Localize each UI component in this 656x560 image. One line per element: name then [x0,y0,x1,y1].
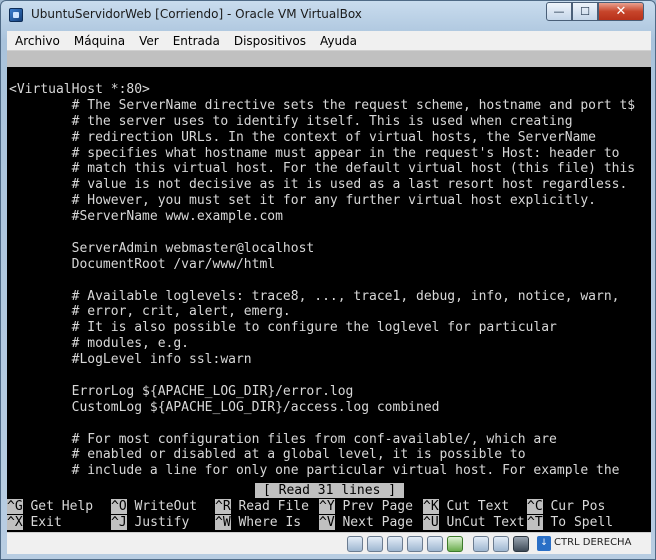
menu-maquina[interactable]: Máquina [66,34,131,48]
code-line: CustomLog ${APACHE_LOG_DIR}/access.log c… [9,399,440,415]
code-line: # the server uses to identify itself. Th… [9,113,573,129]
nano-status-message: [ Read 31 lines ] [255,483,405,498]
shortcut-label: Next Page [334,515,413,530]
code-line: ServerAdmin webmaster@localhost [9,240,315,256]
code-line: # However, you must set it for any furth… [9,193,596,209]
shortcut-item: ^T To Spell [527,515,613,531]
title-bar[interactable]: UbuntuServidorWeb [Corriendo] - Oracle V… [1,1,655,29]
code-line: DocumentRoot /var/www/html [9,256,276,272]
shortcut-row: ^X Exit ^J Justify ^W Where Is ^V Next Page… [7,515,651,531]
code-line: #LogLevel info ssl:warn [9,352,252,368]
minimize-button[interactable]: — [546,2,572,21]
maximize-button[interactable]: ☐ [572,2,598,21]
shortcut-label: WriteOut [126,499,198,514]
code-line: # modules, e.g. [9,336,190,352]
shortcut-item: ^R Read File [215,499,309,515]
shortcut-row: ^G Get Help ^O WriteOut ^R Read File ^Y Pre… [7,499,651,515]
shortcut-item: ^W Where Is [215,515,301,531]
shortcut-item: ^J Justify [111,515,189,531]
host-key-label: CTRL DERECHA [554,537,632,548]
shortcut-label: Read File [230,499,309,514]
shortcut-item: ^G Get Help [7,499,93,515]
shortcut-key: ^T [527,515,543,530]
shortcut-item: ^O WriteOut [111,499,197,515]
shortcut-item: ^X Exit [7,515,62,531]
menu-ver[interactable]: Ver [131,34,165,48]
shortcut-label: Cur Pos [542,499,606,514]
shortcut-key: ^Y [319,499,335,514]
shortcut-key: ^W [215,515,231,530]
menu-archivo[interactable]: Archivo [7,34,66,48]
shortcut-key: ^U [423,515,439,530]
menu-ayuda[interactable]: Ayuda [312,34,363,48]
video-capture-icon[interactable] [473,536,489,552]
shortcut-key: ^X [7,515,23,530]
shortcut-label: To Spell [542,515,614,530]
usb-icon[interactable] [387,536,403,552]
code-line: #ServerName www.example.com [9,209,283,225]
shortcut-item: ^C Cur Pos [527,499,605,515]
shortcut-key: ^V [319,515,335,530]
code-line: # enabled or disabled at a global level,… [9,447,526,463]
nano-header: GNU nano 2.2.6 File: 000-default.conf [7,51,651,98]
shortcut-label: Get Help [22,499,94,514]
mouse-integration-icon[interactable] [493,536,509,552]
menu-entrada[interactable]: Entrada [165,34,226,48]
code-line: # It is also possible to configure the l… [9,320,557,336]
shortcut-key: ^O [111,499,127,514]
shortcut-label: Where Is [230,515,302,530]
code-line: # value is not decisive as it is used as… [9,177,628,193]
virtualbox-window: UbuntuServidorWeb [Corriendo] - Oracle V… [0,0,656,560]
shortcut-item: ^V Next Page [319,515,413,531]
nano-shortcut-bar: ^G Get Help ^O WriteOut ^R Read File ^Y Pre… [7,499,651,531]
code-line: <VirtualHost *:80> [9,82,150,97]
vm-screen[interactable]: GNU nano 2.2.6 File: 000-default.conf <V… [7,51,651,532]
shortcut-label: Prev Page [334,499,413,514]
shortcut-label: Justify [126,515,190,530]
code-line: # include a line for only one particular… [9,463,620,479]
display-icon[interactable] [427,536,443,552]
shortcut-key: ^R [215,499,231,514]
shortcut-label: Cut Text [438,499,510,514]
shortcut-key: ^G [7,499,23,514]
shortcut-label: Exit [22,515,62,530]
close-button[interactable]: ✕ [598,2,644,21]
menu-dispositivos[interactable]: Dispositivos [226,34,312,48]
shortcut-key: ^C [527,499,543,514]
cpu-icon[interactable] [513,536,529,552]
editor-buffer[interactable]: <VirtualHost *:80> # The ServerName dire… [9,82,651,479]
code-line: # The ServerName directive sets the requ… [9,97,636,113]
shortcut-item: ^Y Prev Page [319,499,413,515]
shortcut-item: ^K Cut Text [423,499,509,515]
optical-drive-icon[interactable] [367,536,383,552]
code-line: # error, crit, alert, emerg. [9,304,291,320]
code-line: # redirection URLs. In the context of vi… [9,129,596,145]
code-line: # Available loglevels: trace8, ..., trac… [9,288,620,304]
code-line: # For most configuration files from conf… [9,431,557,447]
window-title: UbuntuServidorWeb [Corriendo] - Oracle V… [31,7,362,21]
shortcut-label: UnCut Text [438,515,525,530]
virtualbox-icon [9,8,23,22]
menu-bar: Archivo Máquina Ver Entrada Dispositivos… [7,31,651,51]
nano-version: GNU nano 2.2.6 [23,67,133,82]
network-icon[interactable] [447,536,463,552]
shared-folders-icon[interactable] [407,536,423,552]
shortcut-key: ^J [111,515,127,530]
hard-disk-icon[interactable] [347,536,363,552]
host-key-arrow-icon: ↓ [537,536,551,551]
code-line: # match this virtual host. For the defau… [9,161,636,177]
vm-status-bar: ↓ CTRL DERECHA [7,532,651,554]
code-line: # specifies what hostname must appear in… [9,145,620,161]
code-line: ErrorLog ${APACHE_LOG_DIR}/error.log [9,383,354,399]
shortcut-key: ^K [423,499,439,514]
shortcut-item: ^U UnCut Text [423,515,525,531]
